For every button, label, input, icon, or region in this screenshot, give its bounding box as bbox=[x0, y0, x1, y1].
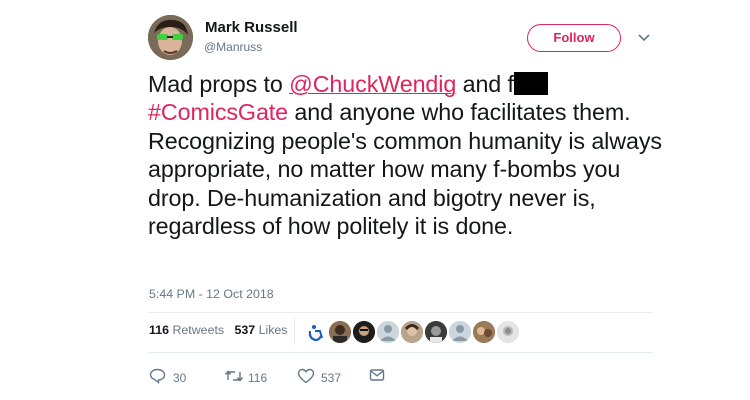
liker-avatar[interactable] bbox=[305, 321, 327, 343]
avatar[interactable] bbox=[148, 15, 193, 60]
stats-separator bbox=[294, 317, 295, 345]
display-name[interactable]: Mark Russell bbox=[205, 19, 298, 36]
tweet-text-part1: Mad props to bbox=[148, 71, 290, 97]
user-handle[interactable]: @Manruss bbox=[204, 40, 262, 54]
envelope-icon bbox=[369, 369, 385, 381]
divider bbox=[148, 352, 653, 353]
tweet-card: Mark Russell @Manruss Follow Mad props t… bbox=[0, 0, 750, 400]
retweets-label[interactable]: Retweets bbox=[172, 323, 224, 337]
retweets-count[interactable]: 116 bbox=[149, 323, 169, 337]
follow-button[interactable]: Follow bbox=[527, 24, 621, 52]
engagement-stats: 116 Retweets 537 Likes bbox=[149, 323, 288, 337]
liker-avatar[interactable] bbox=[353, 321, 375, 343]
reply-icon bbox=[149, 368, 166, 384]
tweet-text-part2: and f bbox=[456, 71, 514, 97]
likes-count[interactable]: 537 bbox=[234, 323, 255, 337]
retweet-icon bbox=[224, 370, 244, 382]
tweet-timestamp[interactable]: 5:44 PM - 12 Oct 2018 bbox=[149, 287, 274, 301]
like-count: 537 bbox=[321, 371, 342, 385]
liker-avatar[interactable] bbox=[449, 321, 471, 343]
likes-label[interactable]: Likes bbox=[259, 323, 288, 337]
liker-avatar[interactable] bbox=[473, 321, 495, 343]
tweet-text: Mad props to @ChuckWendig and f #ComicsG… bbox=[148, 70, 668, 240]
redaction-bar bbox=[513, 72, 548, 95]
liker-avatar[interactable] bbox=[377, 321, 399, 343]
chevron-down-icon[interactable] bbox=[637, 33, 651, 43]
liker-avatar[interactable] bbox=[497, 321, 519, 343]
heart-icon bbox=[297, 368, 315, 384]
liker-avatar[interactable] bbox=[329, 321, 351, 343]
divider bbox=[148, 312, 653, 313]
liker-avatar[interactable] bbox=[425, 321, 447, 343]
liker-avatar[interactable] bbox=[401, 321, 423, 343]
hashtag-link[interactable]: #ComicsGate bbox=[148, 99, 288, 125]
reply-count: 30 bbox=[173, 371, 187, 385]
retweet-count: 116 bbox=[248, 371, 268, 385]
mention-link[interactable]: @ChuckWendig bbox=[289, 71, 456, 97]
